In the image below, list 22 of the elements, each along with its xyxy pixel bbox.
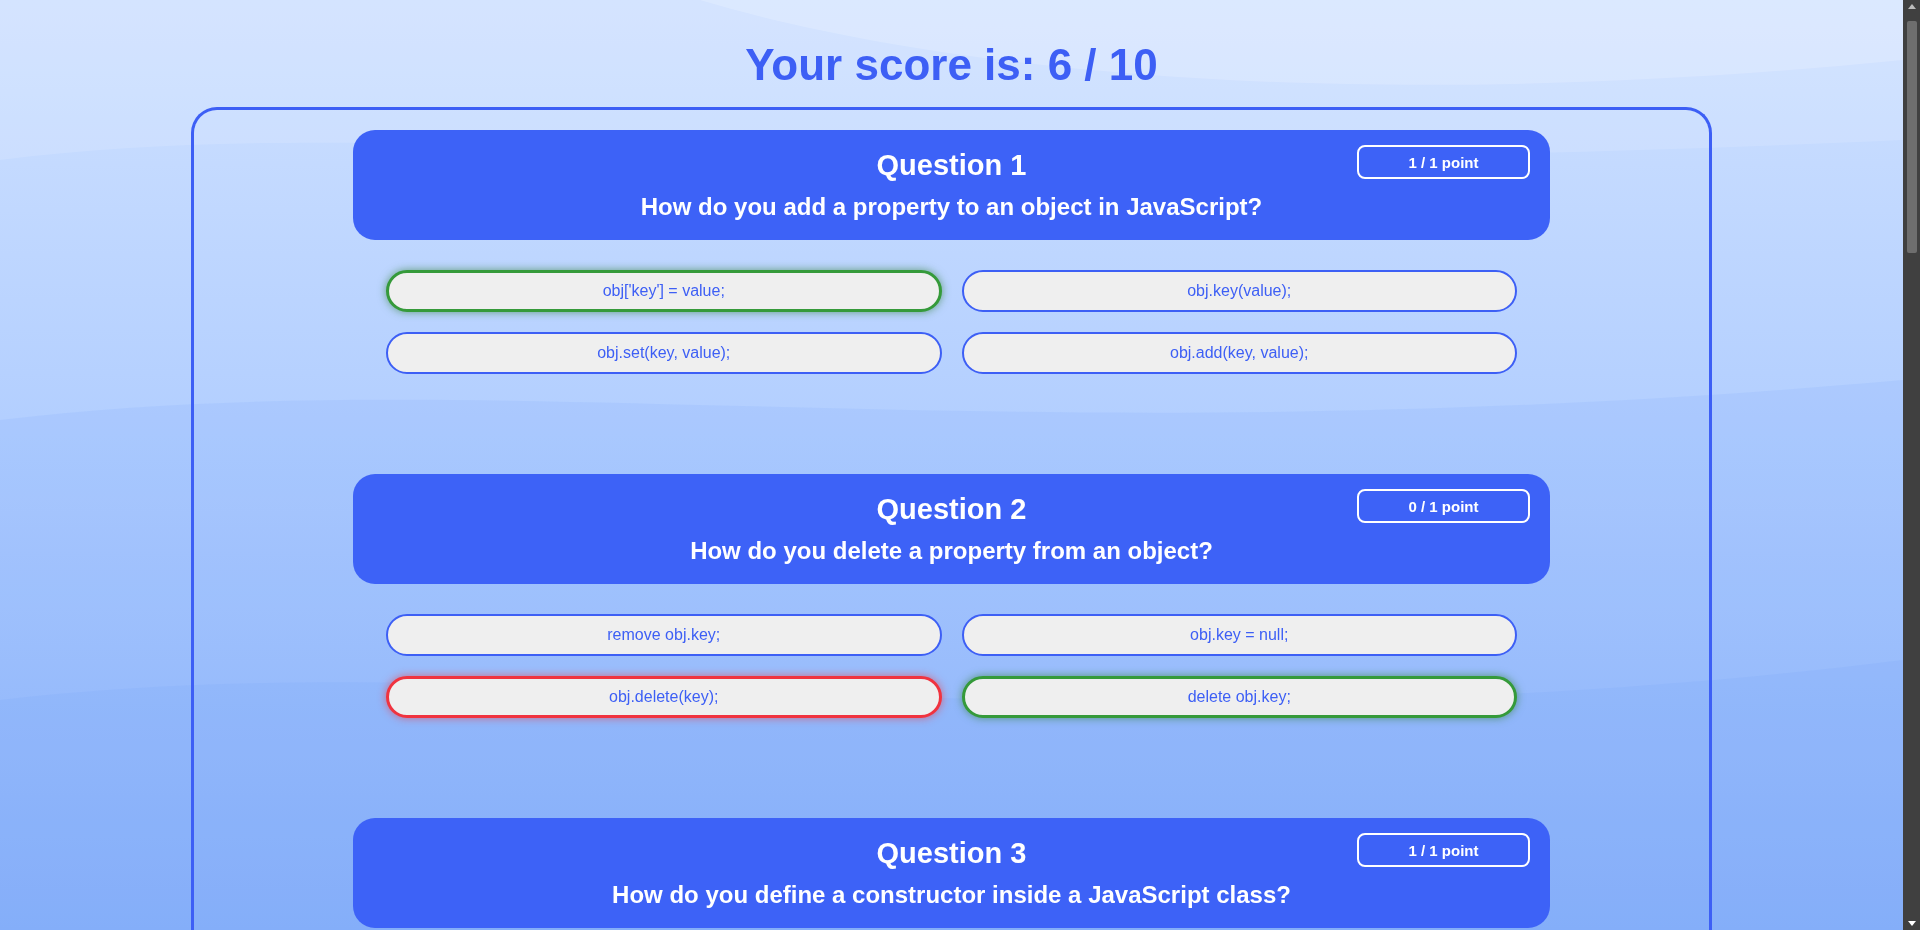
question-text: How do you delete a property from an object? [690,536,1213,566]
answer-option[interactable]: obj.add(key, value); [961,332,1517,374]
question-heading: Question 1 [876,148,1027,182]
question-text: How do you add a property to an object in JavaScript? [640,192,1263,222]
scroll-down-icon[interactable] [1907,921,1916,926]
scroll-up-icon[interactable] [1907,4,1916,9]
points-badge: 1 / 1 point [1357,145,1530,179]
answer-option[interactable]: delete obj.key; [961,676,1517,718]
answer-option[interactable]: obj['key'] = value; [386,270,942,312]
score-title: Your score is: 6 / 10 [745,39,1158,91]
answer-option[interactable]: remove obj.key; [386,614,942,656]
scroll-thumb[interactable] [1906,21,1917,253]
question-heading: Question 3 [876,836,1027,870]
points-badge: 0 / 1 point [1357,489,1530,523]
answer-option[interactable]: obj.delete(key); [386,676,942,718]
question-text: How do you define a constructor inside a JavaScript class? [612,880,1291,910]
answer-option[interactable]: obj.key = null; [961,614,1517,656]
question-heading: Question 2 [876,492,1027,526]
points-badge: 1 / 1 point [1357,833,1530,867]
answer-option[interactable]: obj.set(key, value); [386,332,942,374]
scrollbar[interactable] [1903,0,1920,930]
answer-option[interactable]: obj.key(value); [961,270,1517,312]
